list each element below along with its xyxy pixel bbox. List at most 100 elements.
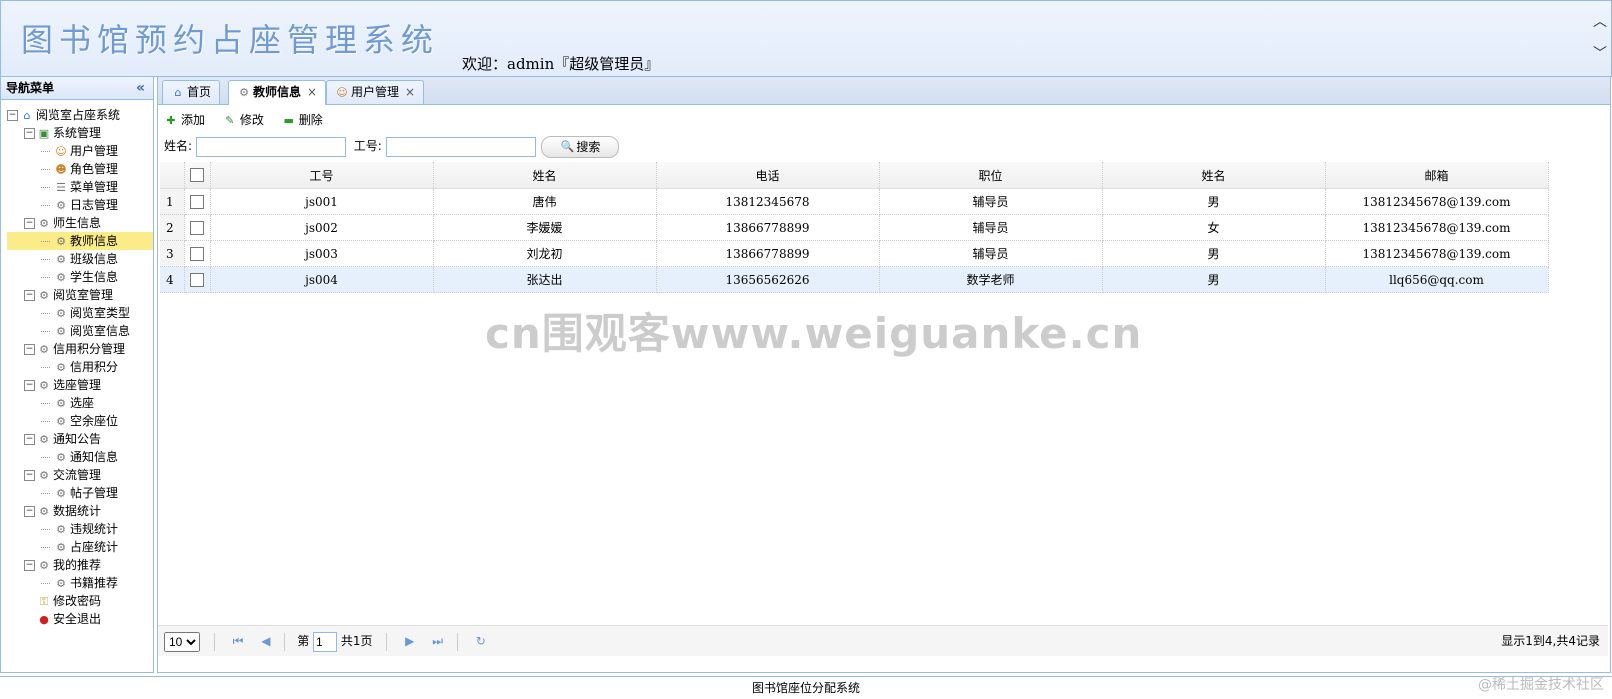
- search-button[interactable]: 🔍 搜索: [541, 135, 620, 158]
- nav-title-label: 导航菜单: [6, 81, 55, 95]
- collapse-toggle-icon[interactable]: −: [24, 470, 35, 481]
- scroll-up-icon[interactable]: ︿: [1593, 11, 1607, 31]
- nav-item[interactable]: ☻ 角色管理: [7, 160, 153, 178]
- row-checkbox[interactable]: [184, 266, 211, 293]
- nav-item[interactable]: − ⚙ 数据统计: [7, 502, 153, 520]
- delete-button[interactable]: ▬ 删除: [282, 110, 322, 130]
- tab-teacher-info-label: 教师信息: [253, 85, 302, 99]
- table-row[interactable]: 1 js001 唐伟 13812345678 辅导员男 13812345678@139.c…: [160, 188, 1549, 215]
- nav-item[interactable]: ● 安全退出: [7, 610, 153, 628]
- first-page-icon[interactable]: ⏮: [233, 626, 244, 656]
- column-header[interactable]: 工号: [210, 162, 434, 189]
- scroll-down-icon[interactable]: ﹀: [1593, 43, 1607, 63]
- nav-item[interactable]: ⚙ 日志管理: [7, 196, 153, 214]
- prev-page-icon[interactable]: ◀: [261, 626, 270, 656]
- add-label: 添加: [181, 113, 206, 127]
- row-checkbox[interactable]: [184, 214, 211, 241]
- main-panel: ⌂ 首页 ⚙ 教师信息 × ☺ 用户管理 × ✚ 添加 ✎ 修改 ▬ 删除 姓名: 工号: 🔍 搜…: [157, 76, 1611, 673]
- column-header[interactable]: 姓名: [433, 162, 657, 189]
- edit-button[interactable]: ✎ 修改: [223, 110, 264, 130]
- collapse-toggle-icon[interactable]: −: [24, 290, 35, 301]
- table-cell: 男: [1102, 188, 1326, 215]
- nav-item[interactable]: − ⚙ 师生信息: [7, 214, 153, 232]
- nav-item[interactable]: − ▣ 系统管理: [7, 124, 153, 142]
- refresh-icon[interactable]: ↻: [476, 626, 486, 656]
- collapse-toggle-icon[interactable]: −: [7, 110, 18, 121]
- select-all-checkbox[interactable]: [184, 162, 211, 189]
- row-checkbox[interactable]: [184, 188, 211, 215]
- collapse-toggle-icon[interactable]: −: [24, 506, 35, 517]
- column-header[interactable]: 邮箱: [1325, 162, 1549, 189]
- add-button[interactable]: ✚ 添加: [164, 110, 205, 130]
- nav-item[interactable]: ⚙ 信用积分: [7, 358, 153, 376]
- table-cell: 13812345678: [656, 188, 880, 215]
- column-header[interactable]: 职位: [879, 162, 1103, 189]
- nav-item[interactable]: ☰ 菜单管理: [7, 178, 153, 196]
- nav-item[interactable]: ⚙ 帖子管理: [7, 484, 153, 502]
- table-cell: 13656562626: [656, 266, 880, 293]
- nav-item-label: 信用积分管理: [53, 342, 126, 356]
- nav-item-label: 阅览室占座系统: [36, 108, 121, 122]
- table-row[interactable]: 3 js003 刘龙初 13866778899 辅导员男 13812345678@139.…: [160, 240, 1549, 267]
- nav-item[interactable]: ⚙ 书籍推荐: [7, 574, 153, 592]
- collapse-toggle-icon[interactable]: −: [24, 380, 35, 391]
- nav-item[interactable]: − ⚙ 阅览室管理: [7, 286, 153, 304]
- nav-item[interactable]: ☺ 用户管理: [7, 142, 153, 160]
- nav-item-label: 班级信息: [70, 252, 119, 266]
- collapse-icon[interactable]: «: [136, 77, 145, 99]
- tab-teacher-info[interactable]: ⚙ 教师信息 ×: [228, 80, 327, 105]
- nav-item-label: 菜单管理: [70, 180, 119, 194]
- tab-home[interactable]: ⌂ 首页: [162, 80, 221, 104]
- column-header[interactable]: 电话: [656, 162, 880, 189]
- nav-item[interactable]: ⚙ 阅览室类型: [7, 304, 153, 322]
- id-input[interactable]: [385, 136, 536, 157]
- close-icon[interactable]: ×: [405, 85, 415, 99]
- welcome-text: 欢迎：admin『超级管理员』: [462, 55, 660, 73]
- gear-icon: ⚙: [39, 432, 49, 446]
- nav-item[interactable]: ⚙ 班级信息: [7, 250, 153, 268]
- nav-item[interactable]: ⚙ 通知信息: [7, 448, 153, 466]
- nav-item[interactable]: ⚿ 修改密码: [7, 592, 153, 610]
- next-page-icon[interactable]: ▶: [405, 626, 414, 656]
- table-header-row: 工号 姓名 电话 职位 姓名 邮箱: [160, 162, 1549, 189]
- nav-item[interactable]: ⚙ 空余座位: [7, 412, 153, 430]
- page-number-input[interactable]: [313, 631, 338, 652]
- gear-icon: ⚙: [56, 576, 66, 590]
- nav-item[interactable]: ⚙ 占座统计: [7, 538, 153, 556]
- nav-item[interactable]: − ⚙ 通知公告: [7, 430, 153, 448]
- nav-item[interactable]: ⚙ 学生信息: [7, 268, 153, 286]
- gear-icon: ⚙: [56, 198, 66, 212]
- nav-item[interactable]: ⚙ 选座: [7, 394, 153, 412]
- table-cell: js004: [210, 266, 434, 293]
- page-size-select[interactable]: 10: [164, 631, 200, 652]
- table-row[interactable]: 2 js002 李媛媛 13866778899 辅导员女 13812345678@139.…: [160, 214, 1549, 241]
- collapse-toggle-icon[interactable]: −: [24, 344, 35, 355]
- close-icon[interactable]: ×: [307, 85, 317, 99]
- last-page-icon[interactable]: ⏭: [432, 626, 443, 656]
- row-checkbox[interactable]: [184, 240, 211, 267]
- column-header[interactable]: 姓名: [1102, 162, 1326, 189]
- nav-panel: 导航菜单 « − ⌂ 阅览室占座系统 − ▣ 系统管理 ☺ 用户管理 ☻ 角色管理 ☰ 菜单管理 ⚙ 日志…: [0, 76, 154, 673]
- nav-item[interactable]: ⚙ 阅览室信息: [7, 322, 153, 340]
- collapse-toggle-icon[interactable]: −: [24, 434, 35, 445]
- name-input[interactable]: [195, 136, 346, 157]
- table-cell: 男: [1102, 240, 1326, 267]
- tab-user-management[interactable]: ☺ 用户管理 ×: [326, 80, 425, 104]
- nav-item[interactable]: − ⚙ 信用积分管理: [7, 340, 153, 358]
- collapse-toggle-icon[interactable]: −: [24, 218, 35, 229]
- nav-item[interactable]: ⚙ 违规统计: [7, 520, 153, 538]
- nav-item[interactable]: ⚙ 教师信息: [7, 232, 153, 250]
- table-cell: 13812345678@139.com: [1325, 240, 1549, 267]
- nav-item[interactable]: − ⚙ 交流管理: [7, 466, 153, 484]
- minus-icon: ▬: [283, 113, 294, 127]
- gear-icon: ⚙: [39, 378, 49, 392]
- home-icon: ⌂: [174, 85, 182, 99]
- search-button-label: 搜索: [576, 139, 601, 154]
- nav-item[interactable]: − ⚙ 我的推荐: [7, 556, 153, 574]
- table-row[interactable]: 4 js004 张达出 13656562626 数学老师男 llq656@qq.com: [160, 266, 1549, 293]
- collapse-toggle-icon[interactable]: −: [24, 560, 35, 571]
- gear-icon: ⚙: [39, 288, 49, 302]
- collapse-toggle-icon[interactable]: −: [24, 128, 35, 139]
- nav-item[interactable]: − ⌂ 阅览室占座系统: [7, 106, 153, 124]
- nav-item[interactable]: − ⚙ 选座管理: [7, 376, 153, 394]
